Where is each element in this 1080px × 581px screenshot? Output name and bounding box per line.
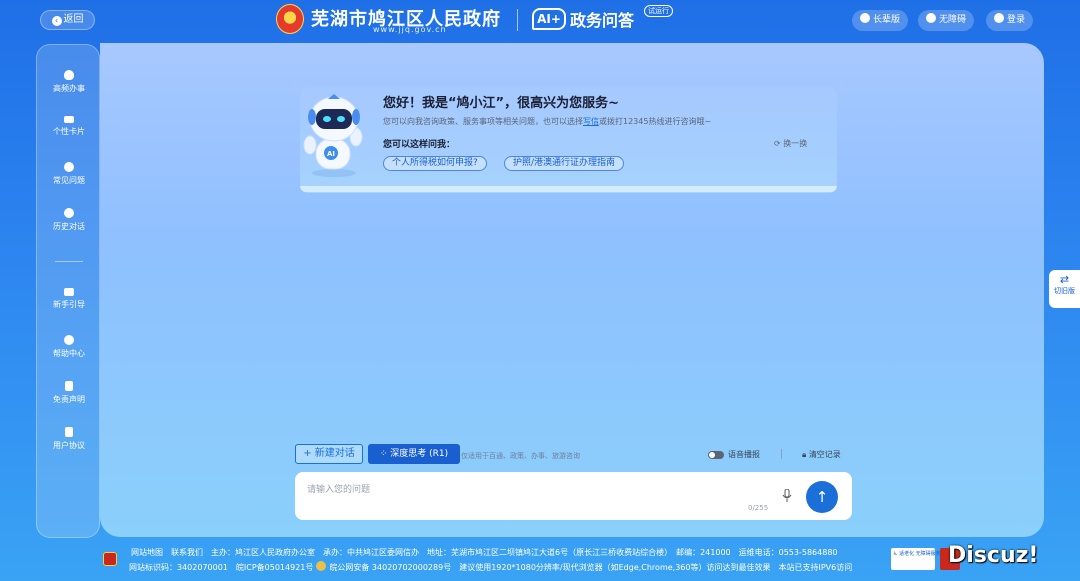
footer-line-1: 网站地图 联系我们 主办：鸠江区人民政府办公室 承办：中共鸠江区委网信办 地址：…: [131, 547, 838, 558]
chat-history-icon: [64, 208, 74, 218]
lock-icon: 🔒︎: [802, 450, 809, 459]
sidebar-item-label: 新手引导: [53, 300, 85, 309]
swap-label: 换一换: [783, 139, 807, 148]
arrow-up-icon: ↑: [816, 488, 829, 506]
switch-old-version-button[interactable]: ⇄ 切旧版: [1049, 270, 1080, 308]
national-emblem-icon: [276, 4, 304, 34]
sidebar-item-label: 帮助中心: [53, 349, 85, 358]
user-icon: [994, 13, 1004, 23]
sidebar-item-frequent[interactable]: 高频办事: [37, 70, 101, 94]
question-icon: [64, 162, 74, 172]
footer-icp: 网站标识码：3402070001 皖ICP备05014921号: [129, 563, 313, 572]
fire-icon: [64, 70, 74, 80]
robot-mascot-icon: AI: [300, 93, 368, 181]
elder-mode-label: 长辈版: [873, 15, 900, 25]
send-button[interactable]: ↑: [806, 481, 838, 513]
swap-arrows-icon: ⇄: [1049, 274, 1080, 286]
document-icon: [65, 381, 73, 391]
back-button[interactable]: ‹返回: [40, 10, 95, 30]
sidebar-item-cards[interactable]: 个性卡片: [37, 116, 101, 137]
login-label: 登录: [1007, 15, 1025, 25]
suggestion-chip[interactable]: 护照/港澳通行证办理指南: [504, 156, 624, 171]
deep-think-note: 仅适用于百通、政策、办事、旅游咨询: [461, 451, 580, 461]
sidebar-item-label: 免责声明: [53, 395, 85, 404]
question-input[interactable]: [307, 482, 747, 498]
toolbar-divider: [781, 449, 782, 459]
char-counter: 0/255: [748, 504, 768, 512]
clear-history-button[interactable]: 🔒︎ 清空记录: [802, 449, 841, 460]
new-chat-label: 新建对话: [315, 448, 355, 459]
welcome-card-base: [300, 186, 837, 192]
intro-text: 您可以向我咨询政策、服务事项等相关问题，也可以选择写信或拨打12345热线进行咨…: [383, 116, 711, 127]
sidebar-item-history[interactable]: 历史对话: [37, 208, 101, 232]
sidebar-item-disclaimer[interactable]: 免责声明: [37, 381, 101, 405]
microphone-icon[interactable]: [782, 489, 792, 503]
site-url: www.jjq.gov.cn: [373, 25, 447, 34]
plus-icon: +: [303, 448, 315, 459]
ask-label: 您可以这样问我：: [383, 137, 455, 150]
accessibility-button[interactable]: 无障碍: [918, 10, 974, 31]
discuz-watermark: Discuz!: [948, 543, 1038, 568]
ai-logo-icon: AI+: [532, 8, 566, 30]
deep-think-button[interactable]: ⁘ 深度思考 (R1): [368, 444, 460, 464]
sidebar-item-guide[interactable]: 新手引导: [37, 288, 101, 310]
write-letter-link[interactable]: 写信: [583, 117, 599, 126]
voice-toggle[interactable]: [708, 451, 724, 459]
sidebar-item-label: 高频办事: [53, 84, 85, 93]
sidebar-item-label: 历史对话: [53, 222, 85, 231]
sidebar: 高频办事 个性卡片 常见问题 历史对话 新手引导 帮助中心 免责声明 用户协议: [36, 44, 100, 538]
sidebar-divider: [55, 261, 83, 262]
top-header: ‹返回 芜湖市鸠江区人民政府 www.jjq.gov.cn AI+ 政务问答 试…: [0, 0, 1080, 40]
accessibility-badge-label: 适老化 无障碍服务: [899, 551, 941, 557]
help-icon: [64, 335, 74, 345]
refresh-icon: ⟳: [774, 139, 783, 148]
sidebar-item-label: 常见问题: [53, 176, 85, 185]
elder-icon: [860, 13, 870, 23]
header-divider: [517, 9, 518, 31]
accessibility-service-badge[interactable]: ♿ 适老化 无障碍服务: [891, 548, 935, 570]
chat-panel: AI 您好！我是“鸠小江”，很高兴为您服务~ 您可以向我咨询政策、服务事项等相关…: [100, 43, 1044, 537]
clear-history-label: 清空记录: [809, 450, 841, 459]
intro-suffix: 或拨打12345热线进行咨询哦~: [599, 117, 711, 126]
composer: 0/255 ↑: [295, 472, 852, 520]
guide-icon: [64, 288, 74, 296]
svg-text:AI: AI: [327, 150, 335, 158]
footer-line-2: 网站标识码：3402070001 皖ICP备05014921号 皖公网安备 340…: [129, 561, 852, 573]
sidebar-item-help[interactable]: 帮助中心: [37, 335, 101, 359]
trial-badge: 试运行: [644, 5, 673, 17]
wheelchair-icon: [926, 13, 936, 23]
swap-button[interactable]: ⟳ 换一换: [774, 138, 807, 149]
party-badge-icon: [103, 552, 117, 566]
grid-icon: ⁘: [380, 449, 390, 459]
agreement-icon: [65, 427, 73, 437]
back-arrow-icon: ‹: [52, 16, 62, 26]
accessibility-label: 无障碍: [939, 15, 966, 25]
switch-old-version-label: 切旧版: [1049, 286, 1080, 296]
police-badge-icon: [316, 561, 326, 571]
intro-prefix: 您可以向我咨询政策、服务事项等相关问题，也可以选择: [383, 117, 583, 126]
product-title: 政务问答: [570, 7, 634, 31]
elder-mode-button[interactable]: 长辈版: [852, 10, 908, 31]
sidebar-item-agreement[interactable]: 用户协议: [37, 427, 101, 451]
new-chat-button[interactable]: + 新建对话: [295, 444, 363, 464]
deep-think-label: 深度思考 (R1): [390, 449, 448, 459]
card-icon: [64, 116, 74, 123]
sidebar-item-label: 用户协议: [53, 441, 85, 450]
login-button[interactable]: 登录: [986, 10, 1033, 31]
greeting-heading: 您好！我是“鸠小江”，很高兴为您服务~: [383, 92, 619, 111]
sidebar-item-label: 个性卡片: [53, 127, 85, 136]
voice-label: 语音播报: [728, 449, 760, 460]
footer-security: 皖公网安备 34020702000289号 建议使用1920*1080分辨率/现…: [329, 563, 852, 572]
suggestion-chip[interactable]: 个人所得税如何申报?: [383, 156, 487, 171]
back-label: 返回: [64, 14, 84, 25]
sidebar-item-faq[interactable]: 常见问题: [37, 162, 101, 186]
